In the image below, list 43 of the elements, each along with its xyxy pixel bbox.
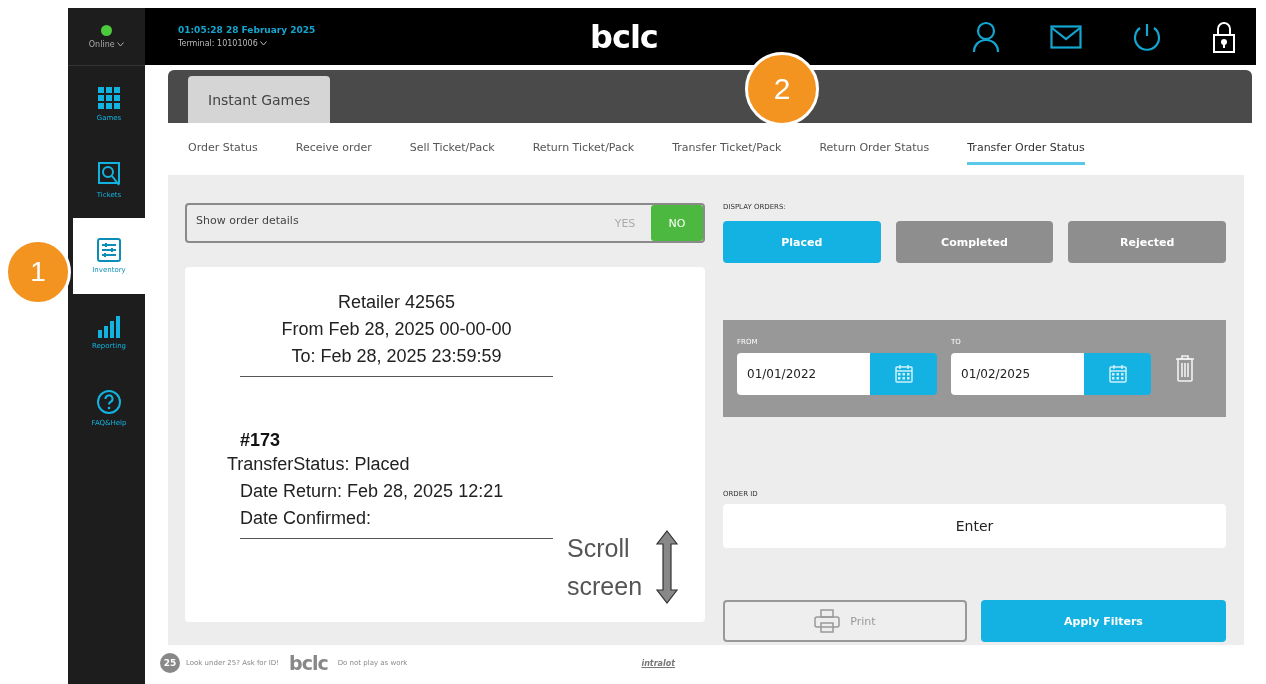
date-field[interactable]: 01/02/2025 (951, 353, 1084, 395)
annotation-text: Scroll screen (567, 533, 644, 602)
date-time: 01:05:28 28 February 2025 (178, 25, 317, 35)
subtab[interactable]: Sell Ticket/Pack (409, 133, 495, 165)
calendar-icon (893, 364, 914, 384)
footer-logo: bclc (289, 652, 328, 674)
sliders-icon (97, 238, 121, 262)
printer-icon (814, 609, 841, 633)
partner-logo: intralot (641, 658, 676, 668)
bar-chart-icon (97, 314, 121, 338)
age-badge: 25 (160, 653, 180, 673)
toggle-label: Show order details (195, 213, 300, 229)
mail-icon[interactable] (1050, 24, 1082, 49)
subtab[interactable]: Receive order (295, 133, 372, 165)
receipt-line: TransferStatus: Placed (227, 453, 411, 476)
receipt-header-line: To: Feb 28, 2025 23:59:59 (291, 345, 502, 368)
receipt-line: Date Return: Feb 28, 2025 12:21 (240, 480, 505, 503)
status-dropdown[interactable]: Online (88, 39, 125, 49)
receipt-header-line: Retailer 42565 (337, 291, 456, 314)
subtab[interactable]: Transfer Ticket/Pack (672, 133, 782, 165)
order-number: #173 (240, 429, 282, 451)
date-field[interactable]: 01/01/2022 (737, 353, 870, 395)
subtab[interactable]: Return Ticket/Pack (532, 133, 635, 165)
receipt-header-line: From Feb 28, 2025 00-00-00 (281, 318, 512, 341)
search-icon (97, 161, 121, 187)
chevron-down-icon (260, 41, 268, 46)
terminal-dropdown[interactable]: Terminal: 10101006 (178, 39, 568, 48)
double-arrow-icon (655, 530, 679, 604)
subtab[interactable]: Transfer Order Status (967, 133, 1085, 165)
power-icon[interactable] (1132, 21, 1162, 52)
help-icon (96, 389, 122, 415)
grid-icon (97, 86, 121, 110)
lock-icon[interactable] (1212, 20, 1236, 53)
tab[interactable]: Instant Games (188, 76, 331, 123)
order-id-field[interactable]: Enter (723, 504, 1226, 548)
user-icon[interactable] (972, 20, 1000, 53)
subtab[interactable]: Return Order Status (819, 133, 930, 165)
receipt-line: Date Confirmed: (240, 507, 373, 530)
logo: bclc (590, 17, 658, 56)
subtab[interactable]: Order Status (188, 133, 258, 165)
calendar-icon (1107, 364, 1128, 384)
step-marker: 1 (5, 239, 71, 305)
chevron-down-icon (117, 41, 125, 47)
